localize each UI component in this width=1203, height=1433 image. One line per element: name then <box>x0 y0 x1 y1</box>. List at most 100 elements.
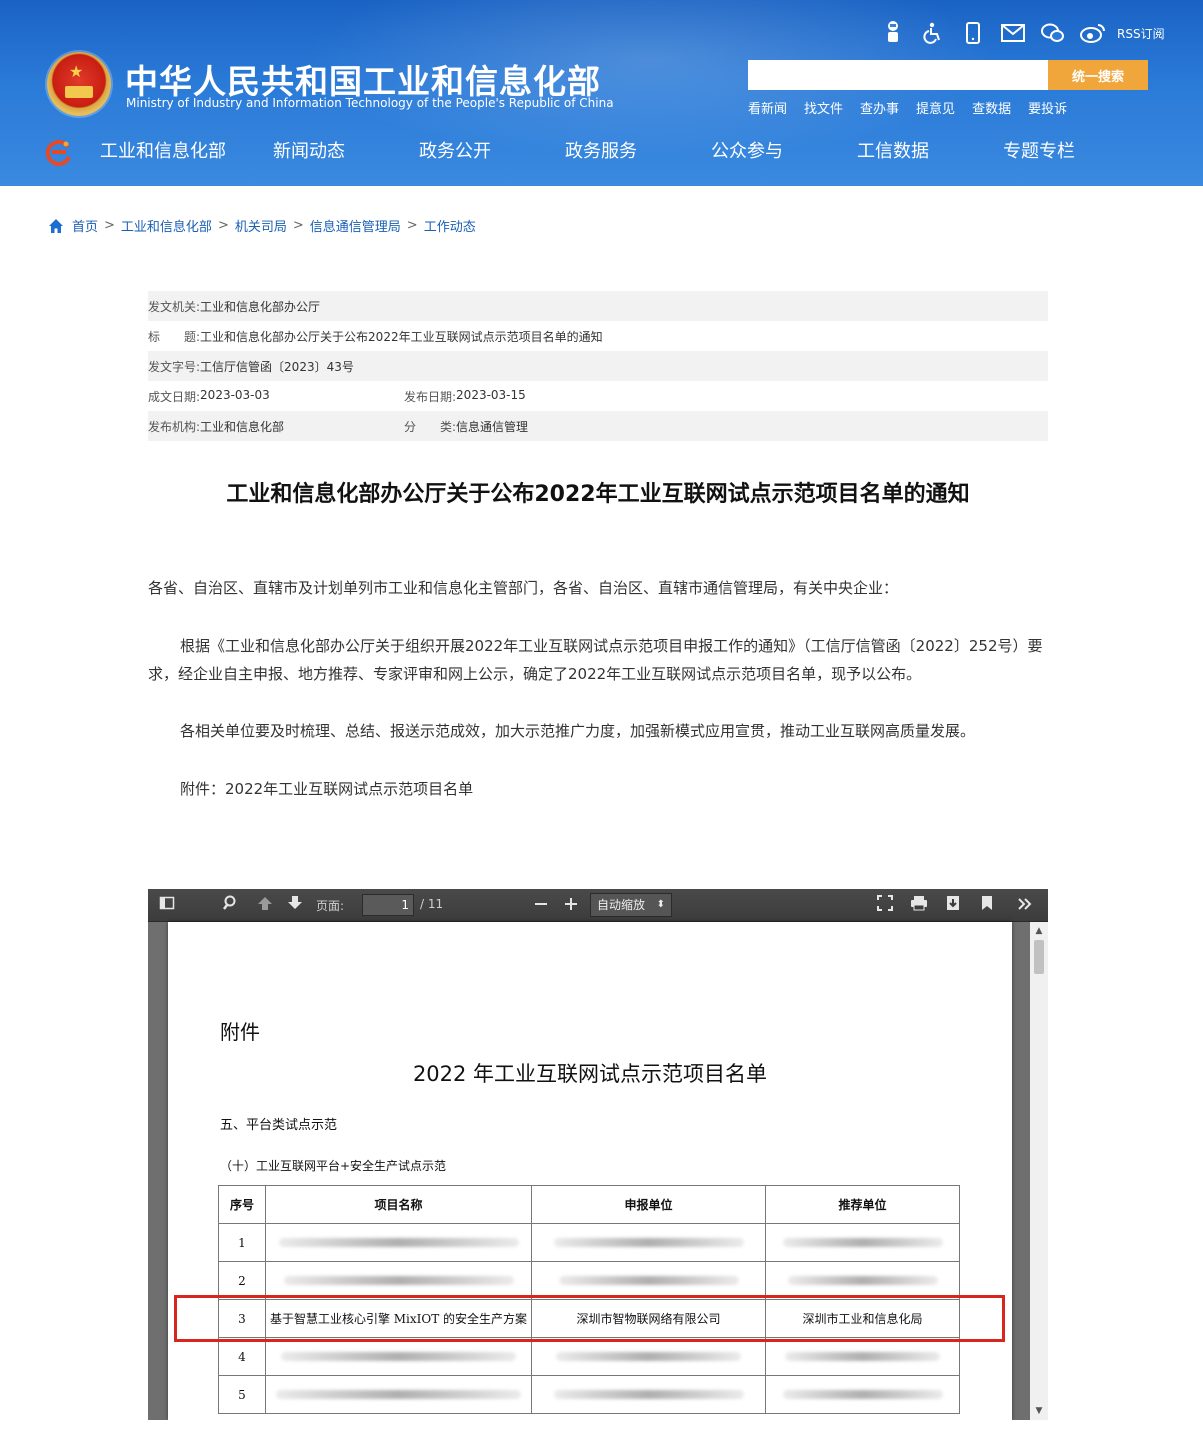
attachment-link[interactable]: 附件：2022年工业互联网试点示范项目名单 <box>148 775 1048 803</box>
pdf-page: 附件 2022 年工业互联网试点示范项目名单 五、平台类试点示范 （十）工业互联… <box>168 922 1012 1420</box>
scroll-thumb[interactable] <box>1034 940 1044 974</box>
mobile-icon[interactable] <box>953 19 993 47</box>
nav-item-participation[interactable]: 公众参与 <box>674 134 820 170</box>
table-row: 5 <box>218 1375 960 1414</box>
robot-icon[interactable] <box>873 19 913 47</box>
tools-menu-icon[interactable] <box>1014 895 1036 917</box>
find-icon[interactable] <box>220 895 242 917</box>
next-page-icon[interactable] <box>284 895 306 917</box>
quick-link-data[interactable]: 查数据 <box>972 98 1011 117</box>
print-icon[interactable] <box>908 895 930 917</box>
zoom-select[interactable]: 自动缩放 ⬍ <box>590 893 672 917</box>
quick-link-complaint[interactable]: 要投诉 <box>1028 98 1067 117</box>
meta-row-org: 发布机构: 工业和信息化部 分 类: 信息通信管理 <box>148 411 1048 441</box>
weibo-icon[interactable] <box>1073 19 1113 47</box>
redaction-blur <box>283 1275 514 1285</box>
quick-links: 看新闻 找文件 查办事 提意见 查数据 要投诉 <box>748 98 1067 117</box>
zoom-value: 自动缩放 <box>597 898 646 912</box>
wechat-icon[interactable] <box>1033 19 1073 47</box>
emblem-gate-icon <box>65 86 93 98</box>
accessibility-icon[interactable] <box>913 19 953 47</box>
redacted-recommender <box>765 1261 960 1300</box>
quick-link-services[interactable]: 查办事 <box>860 98 899 117</box>
pdf-subsection-heading: （十）工业互联网平台+安全生产试点示范 <box>220 1159 447 1173</box>
meta-written-date: 2023-03-03 <box>200 387 270 402</box>
sidebar-toggle-icon[interactable] <box>156 895 178 917</box>
meta-row-docno: 发文字号: 工信厅信管函〔2023〕43号 <box>148 351 1048 381</box>
top-icon-bar: RSS订阅 <box>873 18 1165 48</box>
redacted-project-name <box>265 1337 532 1376</box>
scroll-up-arrow-icon[interactable]: ▲ <box>1030 924 1048 938</box>
page-number-input[interactable]: 1 <box>362 894 414 916</box>
meta-issuer: 工业和信息化部办公厅 <box>200 299 321 314</box>
redacted-recommender <box>765 1223 960 1262</box>
zoom-out-icon[interactable] <box>530 895 552 917</box>
row-number: 4 <box>218 1337 266 1376</box>
row-number: 1 <box>218 1223 266 1262</box>
redaction-blur <box>558 1275 739 1285</box>
pdf-attachment-label: 附件 <box>220 1020 260 1044</box>
meta-published-date: 2023-03-15 <box>456 387 526 402</box>
redacted-project-name <box>265 1223 532 1262</box>
search-button[interactable]: 统一搜索 <box>1048 60 1148 90</box>
page-label: 页面: <box>316 899 345 913</box>
miit-logo-icon[interactable] <box>44 138 72 166</box>
pdf-title: 2022 年工业互联网试点示范项目名单 <box>412 1062 768 1086</box>
redaction-blur <box>782 1237 943 1247</box>
zoom-in-icon[interactable] <box>560 895 582 917</box>
mail-icon[interactable] <box>993 19 1033 47</box>
table-row: 1 <box>218 1223 960 1262</box>
presentation-mode-icon[interactable] <box>874 895 896 917</box>
breadcrumb-departments[interactable]: 机关司局 <box>235 216 287 235</box>
site-header: ★ 中华人民共和国工业和信息化部 Ministry of Industry an… <box>0 0 1203 186</box>
meta-docno: 工信厅信管函〔2023〕43号 <box>200 359 354 374</box>
download-icon[interactable] <box>942 895 964 917</box>
column-header-recommender: 推荐单位 <box>765 1185 960 1224</box>
site-subtitle: Ministry of Industry and Information Tec… <box>126 96 614 110</box>
breadcrumb-miit[interactable]: 工业和信息化部 <box>121 216 212 235</box>
meta-label: 成文日期: <box>148 389 201 404</box>
nav-item-topics[interactable]: 专题专栏 <box>966 134 1112 170</box>
breadcrumb-telecom-bureau[interactable]: 信息通信管理局 <box>310 216 401 235</box>
scroll-down-arrow-icon[interactable]: ▼ <box>1030 1404 1048 1418</box>
meta-category: 信息通信管理 <box>456 419 529 434</box>
select-caret-icon: ⬍ <box>656 899 665 910</box>
quick-link-feedback[interactable]: 提意见 <box>916 98 955 117</box>
bookmark-icon[interactable] <box>976 895 998 917</box>
search-input[interactable] <box>748 60 1048 90</box>
national-emblem-icon[interactable]: ★ <box>47 52 111 116</box>
breadcrumb-work-news[interactable]: 工作动态 <box>424 216 476 235</box>
meta-category-cell: 分 类: 信息通信管理 <box>404 418 528 435</box>
rss-link[interactable]: RSS订阅 <box>1117 25 1165 42</box>
home-icon[interactable] <box>48 218 64 234</box>
redaction-blur <box>281 1351 516 1361</box>
article-paragraph: 根据《工业和信息化部办公厅关于组织开展2022年工业互联网试点示范项目申报工作的… <box>148 637 1043 683</box>
previous-page-icon[interactable] <box>254 895 276 917</box>
pdf-toolbar: 页面: 1 / 11 自动缩放 ⬍ <box>148 889 1048 922</box>
quick-link-news[interactable]: 看新闻 <box>748 98 787 117</box>
table-row: 2 <box>218 1261 960 1300</box>
quick-link-files[interactable]: 找文件 <box>804 98 843 117</box>
nav-item-data[interactable]: 工信数据 <box>820 134 966 170</box>
meta-title: 工业和信息化部办公厅关于公布2022年工业互联网试点示范项目名单的通知 <box>200 329 603 344</box>
nav-item-services[interactable]: 政务服务 <box>528 134 674 170</box>
breadcrumb-separator: > <box>406 218 418 233</box>
nav-item-miit[interactable]: 工业和信息化部 <box>90 134 236 170</box>
breadcrumb-separator: > <box>292 218 304 233</box>
redacted-applicant <box>531 1375 766 1414</box>
breadcrumb: 首页 > 工业和信息化部 > 机关司局 > 信息通信管理局 > 工作动态 <box>48 216 476 235</box>
pdf-scrollbar[interactable]: ▲ ▼ <box>1030 922 1048 1420</box>
meta-row-dates: 成文日期: 2023-03-03 发布日期: 2023-03-15 <box>148 381 1048 411</box>
redaction-blur <box>276 1389 521 1399</box>
nav-item-news[interactable]: 新闻动态 <box>236 134 382 170</box>
meta-label: 发文字号: <box>148 359 201 374</box>
nav-item-disclosure[interactable]: 政务公开 <box>382 134 528 170</box>
article-paragraph: 各相关单位要及时梳理、总结、报送示范成效，加大示范推广力度，加强新模式应用宣贯，… <box>180 722 976 740</box>
column-header-no: 序号 <box>218 1185 266 1224</box>
redaction-blur <box>553 1237 744 1247</box>
pdf-canvas-area[interactable]: 附件 2022 年工业互联网试点示范项目名单 五、平台类试点示范 （十）工业互联… <box>148 922 1048 1420</box>
redaction-blur <box>787 1275 938 1285</box>
redacted-applicant <box>531 1337 766 1376</box>
breadcrumb-home[interactable]: 首页 <box>72 216 98 235</box>
table-row: 4 <box>218 1337 960 1376</box>
